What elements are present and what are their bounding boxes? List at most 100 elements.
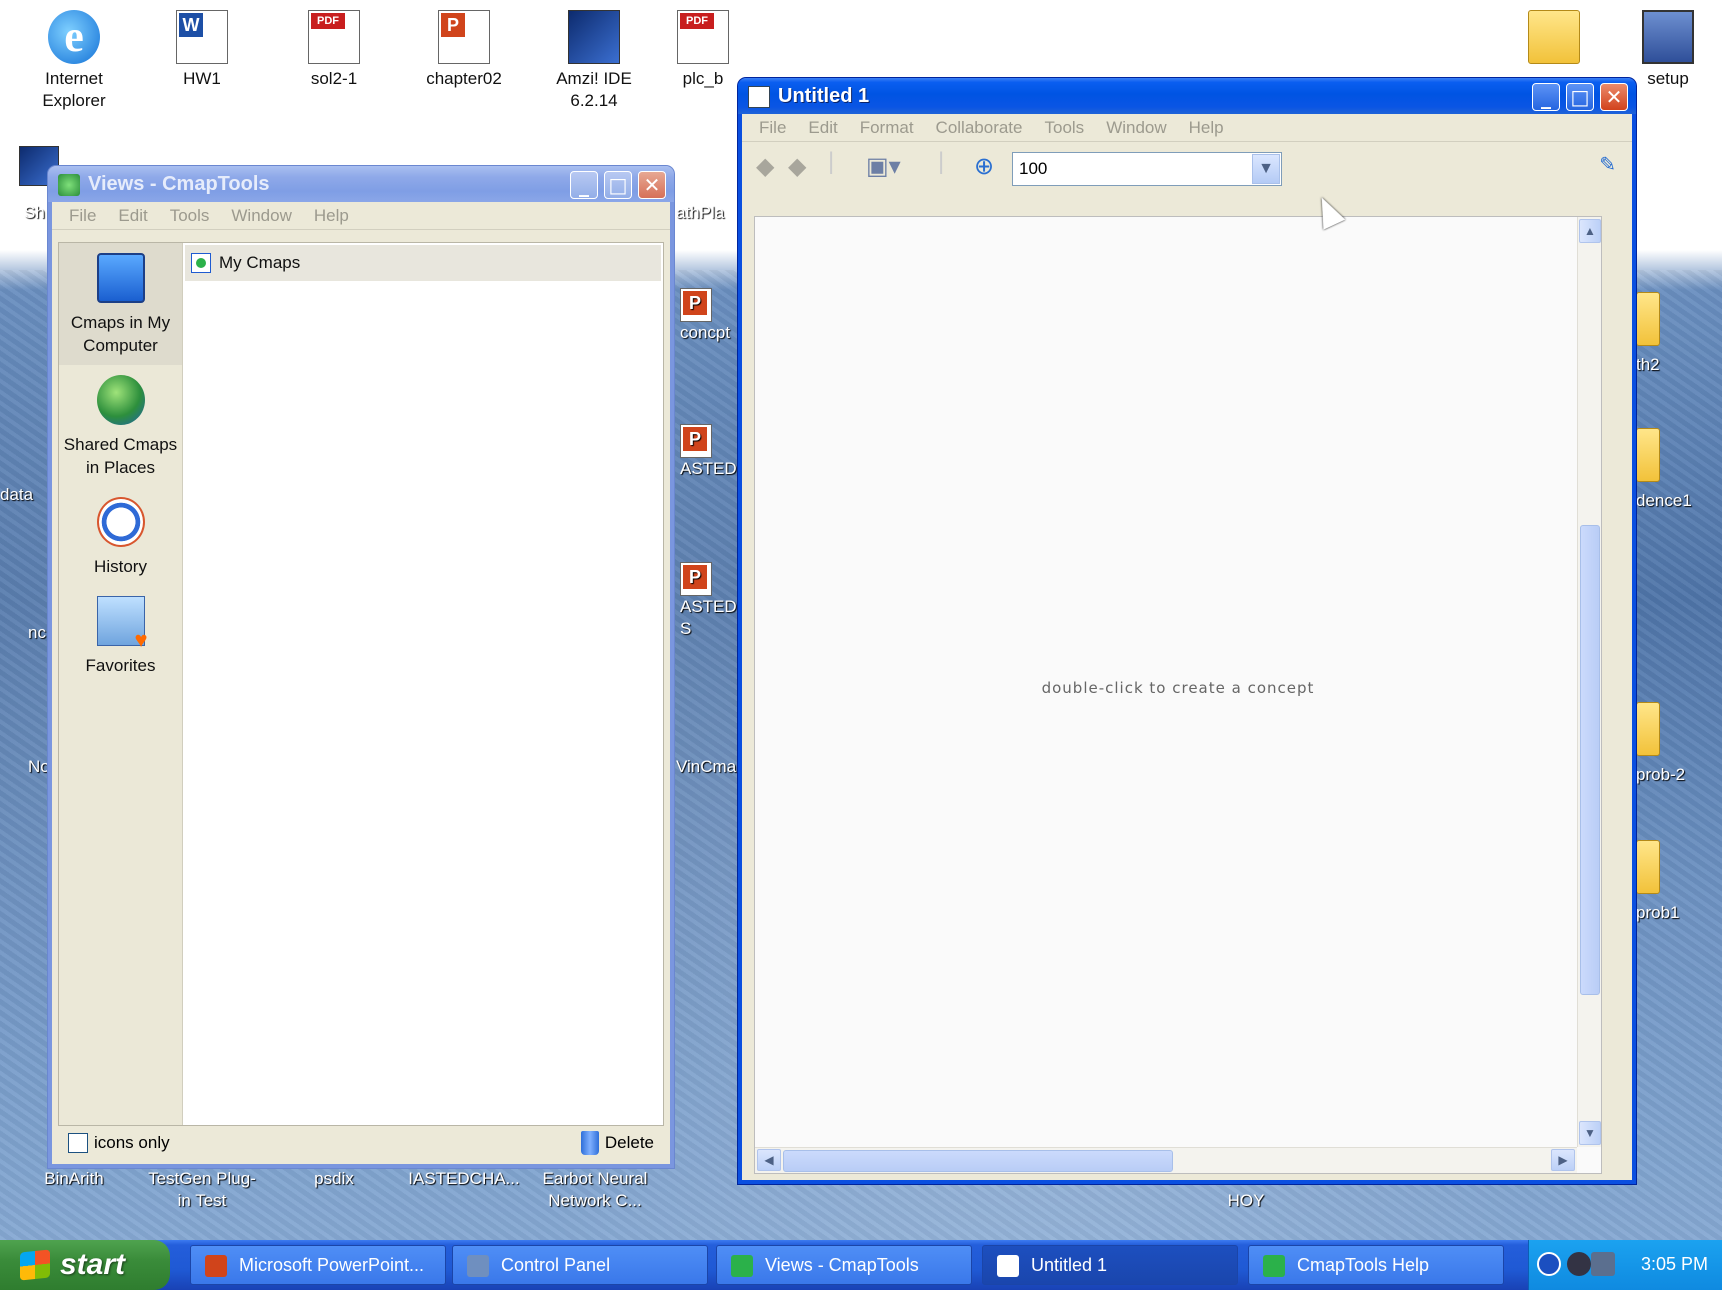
- icons-only-checkbox[interactable]: icons only: [68, 1133, 170, 1153]
- desktop-label-hoy[interactable]: HOY: [1186, 1190, 1306, 1212]
- menu-tools[interactable]: Tools: [159, 202, 221, 229]
- desktop-icon-prob-2[interactable]: prob-2: [1636, 702, 1720, 786]
- desktop-icon-amzi-ide[interactable]: Amzi! IDE 6.2.14: [534, 10, 654, 112]
- menu-help[interactable]: Help: [1178, 114, 1235, 141]
- nav-label: Shared Cmaps in Places: [63, 435, 178, 477]
- minimize-button[interactable]: _: [570, 171, 598, 199]
- cmap-canvas[interactable]: double-click to create a concept ▲ ▼ ◀ ▶: [754, 216, 1602, 1174]
- desktop-label-iastedcha[interactable]: IASTEDCHA...: [396, 1168, 532, 1190]
- globe-icon: [96, 375, 145, 425]
- show-hidden-icons-button[interactable]: [1537, 1252, 1561, 1276]
- menu-file[interactable]: File: [58, 202, 107, 229]
- network-icon[interactable]: [1591, 1252, 1615, 1276]
- menu-window[interactable]: Window: [1095, 114, 1177, 141]
- menu-tools[interactable]: Tools: [1034, 114, 1096, 141]
- menu-collaborate[interactable]: Collaborate: [925, 114, 1034, 141]
- desktop-label-mathplay[interactable]: athPla: [676, 202, 740, 224]
- desktop-icon-prob1[interactable]: prob1: [1636, 840, 1720, 924]
- desktop-icon-sol2-1[interactable]: sol2-1: [274, 10, 394, 90]
- maximize-button[interactable]: □: [1566, 83, 1594, 111]
- nav-history[interactable]: History: [59, 487, 182, 586]
- styles-palette-icon[interactable]: ✎: [1599, 152, 1616, 177]
- scroll-left-button[interactable]: ◀: [757, 1149, 781, 1171]
- minimize-button[interactable]: _: [1532, 83, 1560, 111]
- start-button[interactable]: start: [0, 1240, 170, 1290]
- desktop-icon-hw1[interactable]: HW1: [142, 10, 262, 90]
- close-button[interactable]: ✕: [638, 171, 666, 199]
- ppt-icon: [438, 10, 490, 64]
- control-panel-icon: [467, 1255, 489, 1277]
- desktop-icon-folder-top[interactable]: [1494, 10, 1614, 68]
- zoom-in-icon[interactable]: ⊕: [974, 152, 994, 181]
- menu-format[interactable]: Format: [849, 114, 925, 141]
- taskbar-item-views-cmaptools[interactable]: Views - CmapTools: [716, 1245, 972, 1285]
- taskbar-item-untitled-1[interactable]: Untitled 1: [982, 1245, 1238, 1285]
- cmaptools-icon: [731, 1255, 753, 1277]
- desktop-label-sh[interactable]: Sh: [24, 202, 50, 224]
- views-menubar: File Edit Tools Window Help: [52, 202, 670, 230]
- desktop-label-earbot[interactable]: Earbot Neural Network C...: [530, 1168, 660, 1212]
- nav-favorites[interactable]: Favorites: [59, 586, 182, 685]
- desktop-label-wincmap[interactable]: VinCma: [676, 756, 738, 778]
- taskbar: start Microsoft PowerPoint... Control Pa…: [0, 1240, 1722, 1290]
- desktop-label-psdix[interactable]: psdix: [274, 1168, 394, 1190]
- scroll-right-button[interactable]: ▶: [1551, 1149, 1575, 1171]
- horizontal-scroll-thumb[interactable]: [783, 1150, 1173, 1172]
- tray-app-icon[interactable]: [1567, 1252, 1591, 1276]
- cmap-doc-icon: [748, 86, 770, 108]
- views-list-pane: My Cmaps: [183, 243, 663, 1125]
- scroll-down-button[interactable]: ▼: [1579, 1121, 1601, 1145]
- clock[interactable]: 3:05 PM: [1641, 1254, 1708, 1275]
- forward-arrow-icon[interactable]: ◆: [788, 152, 806, 181]
- desktop-icon-asted-s[interactable]: ASTED-S: [680, 562, 742, 640]
- untitled-titlebar[interactable]: Untitled 1 _ □ ✕: [738, 78, 1636, 114]
- vertical-scrollbar[interactable]: ▲ ▼: [1577, 217, 1601, 1147]
- menu-edit[interactable]: Edit: [797, 114, 848, 141]
- ppt-icon: [680, 562, 712, 596]
- scroll-up-button[interactable]: ▲: [1579, 219, 1601, 243]
- desktop-icon-chapter02[interactable]: chapter02: [404, 10, 524, 90]
- cmap-folder-icon: [191, 253, 211, 273]
- chevron-down-icon[interactable]: ▼: [1252, 154, 1280, 184]
- cmap-doc-icon: [997, 1255, 1019, 1277]
- folder-icon: [1636, 428, 1660, 482]
- views-titlebar[interactable]: Views - CmapTools _ □ ✕: [48, 166, 674, 202]
- nav-cmaps-in-my-computer[interactable]: Cmaps in My Computer: [59, 243, 182, 365]
- view-options-icon[interactable]: ▣▾: [866, 152, 901, 181]
- vertical-scroll-thumb[interactable]: [1580, 525, 1600, 995]
- nav-shared-cmaps[interactable]: Shared Cmaps in Places: [59, 365, 182, 487]
- favorites-icon: [96, 596, 148, 651]
- maximize-button[interactable]: □: [604, 171, 632, 199]
- taskbar-item-cmaptools-help[interactable]: CmapTools Help: [1248, 1245, 1504, 1285]
- ie-icon: e: [48, 10, 100, 64]
- taskbar-item-powerpoint[interactable]: Microsoft PowerPoint...: [190, 1245, 446, 1285]
- horizontal-scrollbar[interactable]: ◀ ▶: [755, 1147, 1577, 1173]
- nav-label: Cmaps in My Computer: [70, 313, 171, 355]
- system-tray: 3:05 PM: [1528, 1240, 1722, 1290]
- desktop-label-data[interactable]: data: [0, 484, 50, 506]
- menu-file[interactable]: File: [748, 114, 797, 141]
- checkbox-box[interactable]: [68, 1133, 88, 1153]
- close-button[interactable]: ✕: [1600, 83, 1628, 111]
- desktop-icon-th2[interactable]: th2: [1636, 292, 1716, 376]
- delete-button[interactable]: Delete: [580, 1131, 654, 1155]
- taskbar-item-control-panel[interactable]: Control Panel: [452, 1245, 708, 1285]
- desktop-icon-concpt[interactable]: concpt: [680, 288, 738, 344]
- back-arrow-icon[interactable]: ◆: [756, 152, 774, 181]
- zoom-combo[interactable]: 100 ▼: [1012, 152, 1282, 186]
- desktop-label-testgen[interactable]: TestGen Plug-in Test: [142, 1168, 262, 1212]
- desktop-icon-internet-explorer[interactable]: e Internet Explorer: [14, 10, 134, 112]
- untitled-menubar: File Edit Format Collaborate Tools Windo…: [742, 114, 1632, 142]
- list-item[interactable]: My Cmaps: [185, 245, 661, 281]
- word-doc-icon: [176, 10, 228, 64]
- menu-window[interactable]: Window: [220, 202, 302, 229]
- desktop-icon-setup[interactable]: setup: [1620, 10, 1716, 90]
- desktop-icon-dence1[interactable]: dence1: [1636, 428, 1720, 512]
- toolbar-separator: |: [828, 148, 835, 175]
- desktop-label-binarith[interactable]: BinArith: [14, 1168, 134, 1190]
- menu-edit[interactable]: Edit: [107, 202, 158, 229]
- menu-help[interactable]: Help: [303, 202, 360, 229]
- views-nav-pane: Cmaps in My Computer Shared Cmaps in Pla…: [59, 243, 183, 1125]
- desktop-icon-plc[interactable]: plc_b: [668, 10, 738, 90]
- desktop-icon-asted[interactable]: ASTED-: [680, 424, 742, 480]
